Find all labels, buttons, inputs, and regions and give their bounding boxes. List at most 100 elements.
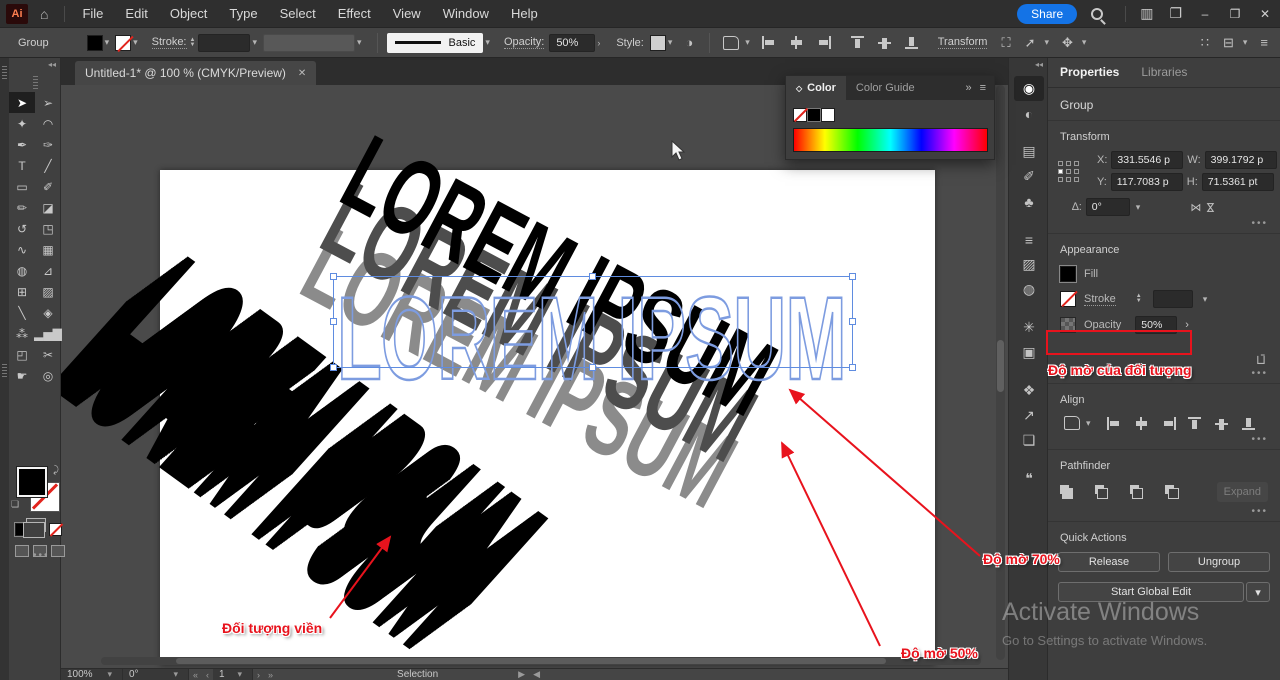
close-tab-icon[interactable]: ✕ <box>298 68 306 79</box>
align-right-icon[interactable] <box>1161 417 1176 430</box>
panel-symbols[interactable]: ♣ <box>1014 189 1044 214</box>
opacity-chip[interactable] <box>1060 317 1076 333</box>
opacity-field[interactable]: 50% <box>549 34 595 52</box>
chevron-down-icon[interactable]: ▾ <box>1136 202 1141 213</box>
chevron-down-icon[interactable]: ▾ <box>252 37 257 48</box>
eyedropper-tool[interactable]: ╲ <box>9 302 35 323</box>
chevron-down-icon[interactable]: ▾ <box>1243 37 1248 48</box>
stroke-weight-stepper[interactable]: ▲▼ <box>190 38 196 48</box>
align-right-icon[interactable] <box>816 36 831 49</box>
tab-color[interactable]: ◇Color <box>786 76 846 100</box>
rotate-tool[interactable]: ↺ <box>9 218 35 239</box>
prev-artboard-icon[interactable]: ‹ <box>206 670 209 680</box>
align-left-icon[interactable] <box>762 36 777 49</box>
collapse-dock-icon[interactable]: ◂◂ <box>1035 60 1043 69</box>
chevron-down-icon[interactable]: ▾ <box>1086 418 1091 429</box>
canvas[interactable]: LOREM IPSUM LOREM IPSUM LOREM IPSUM LORE… <box>61 85 1008 668</box>
panel-transparency[interactable]: ◍ <box>1014 277 1044 302</box>
panel-menu-icon[interactable]: ≡ <box>1260 35 1268 50</box>
brush-definition-field[interactable] <box>263 34 355 52</box>
isolate-selection-icon[interactable]: ✥ <box>1062 35 1073 51</box>
selection-handle[interactable] <box>330 273 337 280</box>
menu-edit[interactable]: Edit <box>114 6 158 21</box>
panel-asset-export[interactable]: ❏ <box>1014 428 1044 453</box>
align-center-icon[interactable] <box>789 36 804 49</box>
pathfinder-intersect-icon[interactable] <box>1130 485 1143 499</box>
more-options-icon[interactable]: ••• <box>1048 218 1280 233</box>
opacity-label[interactable]: Opacity <box>1084 319 1121 332</box>
app-logo-icon[interactable]: Ai <box>6 4 28 24</box>
menu-window[interactable]: Window <box>432 6 500 21</box>
global-edit-options-icon[interactable]: ▾ <box>1246 582 1270 602</box>
tab-libraries[interactable]: Libraries <box>1141 65 1187 87</box>
workspace-grid-icon[interactable]: ∷ <box>1201 35 1209 51</box>
arrange-icon[interactable]: ⊟ <box>1223 35 1234 51</box>
tab-properties[interactable]: Properties <box>1060 65 1119 87</box>
black-swatch[interactable] <box>807 108 821 122</box>
chevron-right-icon[interactable]: › <box>597 38 600 48</box>
chevron-down-icon[interactable]: ▾ <box>1082 37 1087 48</box>
color-spectrum-bar[interactable] <box>793 128 988 152</box>
align-to-selection-icon[interactable] <box>723 36 739 50</box>
share-button[interactable]: Share <box>1017 4 1077 24</box>
panel-appearance[interactable]: ✳ <box>1014 315 1044 340</box>
selection-bounding-box[interactable] <box>333 276 853 368</box>
change-screen-mode-icon[interactable] <box>26 518 46 532</box>
lasso-tool[interactable]: ◠ <box>35 113 61 134</box>
status-play-icon[interactable]: ▶ <box>518 669 525 680</box>
panel-stroke[interactable]: ≡ <box>1014 227 1044 252</box>
align-center-icon[interactable] <box>1134 417 1149 430</box>
perspective-grid-tool[interactable]: ⊿ <box>35 260 61 281</box>
panel-gradient[interactable]: ▨ <box>1014 252 1044 277</box>
chevron-down-icon[interactable]: ▾ <box>1044 37 1049 48</box>
w-field[interactable]: 399.1792 p <box>1205 151 1277 169</box>
pencil-tool[interactable]: ✏ <box>9 197 35 218</box>
align-top-icon[interactable] <box>1188 417 1203 430</box>
direct-selection-tool[interactable]: ➢ <box>35 92 61 113</box>
menu-view[interactable]: View <box>382 6 432 21</box>
brush-style-dropdown[interactable]: Basic <box>387 33 484 53</box>
horizontal-scrollbar[interactable] <box>101 657 981 665</box>
select-similar-icon[interactable]: ➚ <box>1025 35 1036 51</box>
opacity-field[interactable]: 50% <box>1135 316 1177 334</box>
restore-button[interactable]: ❐ <box>1220 0 1250 28</box>
expand-button[interactable]: Expand <box>1217 482 1268 502</box>
last-artboard-icon[interactable]: » <box>268 670 273 680</box>
arrange-documents-icon[interactable]: ❐ <box>1169 5 1182 22</box>
fill-swatch[interactable] <box>17 467 47 497</box>
panel-color[interactable]: ◉ <box>1014 76 1044 101</box>
shape-builder-tool[interactable]: ◍ <box>9 260 35 281</box>
panel-swatches[interactable]: ▤ <box>1014 139 1044 164</box>
symbol-sprayer-tool[interactable]: ⁂ <box>9 323 35 344</box>
recolor-artwork-icon[interactable]: ◑ <box>685 35 693 50</box>
collapse-panel-icon[interactable]: ◂◂ <box>48 60 56 69</box>
chevron-down-icon[interactable]: ▾ <box>1203 294 1208 305</box>
blend-tool[interactable]: ◈ <box>35 302 61 323</box>
line-segment-tool[interactable]: ╱ <box>35 155 61 176</box>
more-options-icon[interactable]: ••• <box>1048 434 1280 449</box>
draw-inside-icon[interactable] <box>51 545 65 557</box>
first-artboard-icon[interactable]: « <box>193 670 198 680</box>
status-back-icon[interactable]: ◀ <box>533 669 540 680</box>
transform-link[interactable]: Transform <box>938 36 988 49</box>
draw-normal-icon[interactable] <box>15 545 29 557</box>
type-tool[interactable]: T <box>9 155 35 176</box>
scrollbar-thumb[interactable] <box>997 340 1004 392</box>
pathfinder-exclude-icon[interactable] <box>1165 485 1178 499</box>
next-artboard-icon[interactable]: › <box>257 670 260 680</box>
selection-handle[interactable] <box>330 318 337 325</box>
stroke-weight-stepper[interactable]: ▲▼ <box>1136 294 1142 304</box>
selection-handle[interactable] <box>330 364 337 371</box>
h-field[interactable]: 71.5361 pt <box>1202 173 1274 191</box>
selection-handle[interactable] <box>589 364 596 371</box>
rotation-field[interactable]: 0° <box>1086 198 1130 216</box>
align-bottom-icon[interactable] <box>905 36 920 49</box>
stroke-label[interactable]: Stroke: <box>152 36 187 49</box>
pen-tool[interactable]: ✒ <box>9 134 35 155</box>
selection-tool[interactable]: ➤ <box>9 92 35 113</box>
menu-effect[interactable]: Effect <box>327 6 382 21</box>
flip-vertical-icon[interactable]: ⋈ <box>1204 202 1217 213</box>
close-button[interactable]: ✕ <box>1250 0 1280 28</box>
selection-handle[interactable] <box>849 273 856 280</box>
panel-brushes[interactable]: ✐ <box>1014 164 1044 189</box>
